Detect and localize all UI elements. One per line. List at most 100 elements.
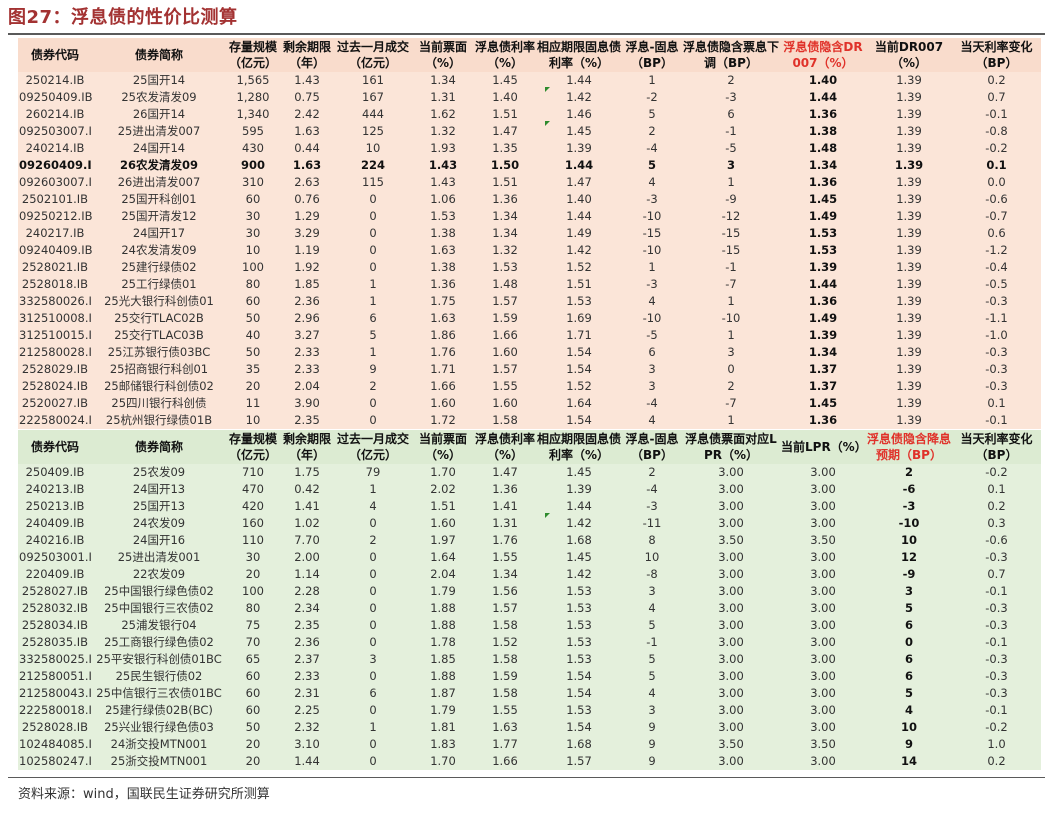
table-cell: 1.72 bbox=[412, 412, 474, 429]
table-cell: 1.34 bbox=[474, 225, 536, 242]
table-cell: 1.53 bbox=[780, 242, 866, 259]
table-cell: 3.00 bbox=[682, 685, 780, 702]
table-cell: 1.43 bbox=[280, 72, 334, 89]
table-cell: -1 bbox=[622, 634, 682, 651]
table-cell: 2.35 bbox=[280, 412, 334, 429]
table-cell: 3.50 bbox=[780, 736, 866, 753]
table-row: 09240409.IB 24农发清发09 10 1.19 0 1.63 1.32 1.42 -1… bbox=[18, 242, 1041, 259]
table-cell: 110 bbox=[226, 532, 280, 549]
table-cell: 0 bbox=[334, 566, 412, 583]
table-cell: 2 bbox=[866, 464, 952, 481]
table-cell: 240214.IB bbox=[18, 140, 92, 157]
table-cell: 10 bbox=[226, 242, 280, 259]
table-cell: 25农发清发09 bbox=[92, 89, 226, 106]
table-cell: 3.27 bbox=[280, 327, 334, 344]
table-cell: -10 bbox=[866, 515, 952, 532]
table-cell: 2 bbox=[334, 378, 412, 395]
table-cell: -0.7 bbox=[952, 208, 1041, 225]
table-cell: -0.3 bbox=[952, 378, 1041, 395]
table-cell: 092503001.IB bbox=[18, 549, 92, 566]
table-cell: -7 bbox=[682, 395, 780, 412]
table-cell: 222580024.IB bbox=[18, 412, 92, 429]
table-cell: 1.35 bbox=[474, 140, 536, 157]
table-cell: 5 bbox=[622, 106, 682, 123]
table-cell: 25国开13 bbox=[92, 498, 226, 515]
table-cell: 1.88 bbox=[412, 600, 474, 617]
table-cell: 3.90 bbox=[280, 395, 334, 412]
table-cell: 1.63 bbox=[412, 310, 474, 327]
table-cell: 332580025.IB bbox=[18, 651, 92, 668]
table-cell: 1.53 bbox=[536, 617, 622, 634]
table-row: 2528028.IB 25兴业银行绿色债03 50 2.32 1 1.81 1.63 1.54… bbox=[18, 719, 1041, 736]
table-cell: 2 bbox=[682, 378, 780, 395]
table-cell: -6 bbox=[866, 481, 952, 498]
table-cell: 1.34 bbox=[780, 157, 866, 174]
table-cell: 1.63 bbox=[280, 123, 334, 140]
table-cell: -0.3 bbox=[952, 617, 1041, 634]
table-cell: 1.57 bbox=[474, 293, 536, 310]
table-cell: 3.00 bbox=[682, 464, 780, 481]
table-cell: -0.1 bbox=[952, 583, 1041, 600]
dr007-floating-bond-table: 债券代码 债券简称 存量规模（亿元） 剩余期限（年） 过去一月成交（亿元） 当前票面（%）… bbox=[18, 38, 1041, 429]
table-row: 250214.IB 25国开14 1,565 1.43 161 1.34 1.45 1.44 1… bbox=[18, 72, 1041, 89]
table-cell: 1.63 bbox=[280, 157, 334, 174]
table-cell: 0 bbox=[334, 600, 412, 617]
table-cell: 22农发09 bbox=[92, 566, 226, 583]
table-cell: 3.00 bbox=[780, 583, 866, 600]
table-cell: 1.32 bbox=[412, 123, 474, 140]
table-row: 2528029.IB 25招商银行科创01 35 2.33 9 1.71 1.57 1.54 3… bbox=[18, 361, 1041, 378]
table-cell: -0.3 bbox=[952, 344, 1041, 361]
table-cell: -2 bbox=[622, 89, 682, 106]
table-row: 222580018.IB 25建行绿债02B(BC) 60 2.25 0 1.79 1.55… bbox=[18, 702, 1041, 719]
table-row: 250409.IB 25农发09 710 1.75 79 1.70 1.47 1.45 2 3.0… bbox=[18, 464, 1041, 481]
table-row: 240216.IB 24国开16 110 7.70 2 1.97 1.76 1.68 8 3.50… bbox=[18, 532, 1041, 549]
table-cell: 0 bbox=[334, 549, 412, 566]
table-cell: 100 bbox=[226, 583, 280, 600]
table-row: 2528024.IB 25邮储银行科创债02 20 2.04 2 1.66 1.55 1.52… bbox=[18, 378, 1041, 395]
table-cell: 2.42 bbox=[280, 106, 334, 123]
header-row: 债券代码 债券简称 存量规模（亿元） 剩余期限（年） 过去一月成交（亿元） 当前票面（%）… bbox=[18, 38, 1041, 72]
table-cell: 1.47 bbox=[474, 123, 536, 140]
table-cell: 0 bbox=[334, 583, 412, 600]
table-cell: 09250409.IB bbox=[18, 89, 92, 106]
table-cell: 1.86 bbox=[412, 327, 474, 344]
table-cell: 25光大银行科创债01 bbox=[92, 293, 226, 310]
table-cell: 0 bbox=[334, 225, 412, 242]
table-cell: 1.39 bbox=[866, 157, 952, 174]
table-cell: 1.31 bbox=[474, 515, 536, 532]
table-cell: 1.38 bbox=[780, 123, 866, 140]
table-cell: 2.02 bbox=[412, 481, 474, 498]
table-cell: 1 bbox=[334, 481, 412, 498]
table-cell: 1.76 bbox=[412, 344, 474, 361]
table-cell: 1.31 bbox=[412, 89, 474, 106]
lpr-floating-bond-table: 债券代码 债券简称 存量规模（亿元） 剩余期限（年） 过去一月成交（亿元） 当前票面（%）… bbox=[18, 430, 1041, 770]
table-cell: 1.39 bbox=[866, 89, 952, 106]
table-cell: 1.64 bbox=[412, 549, 474, 566]
table-cell: 1.39 bbox=[866, 344, 952, 361]
table-cell: 9 bbox=[622, 719, 682, 736]
table-cell: 1.39 bbox=[780, 259, 866, 276]
table-cell: -0.1 bbox=[952, 106, 1041, 123]
table-cell: 3.00 bbox=[780, 685, 866, 702]
table-cell: 1.49 bbox=[536, 225, 622, 242]
table-cell: 0 bbox=[866, 634, 952, 651]
table-cell: 332580026.IB bbox=[18, 293, 92, 310]
column-header: 债券代码 bbox=[18, 430, 92, 464]
table-cell: 1.58 bbox=[474, 412, 536, 429]
table-cell: 2528032.IB bbox=[18, 600, 92, 617]
table-cell: 1.81 bbox=[412, 719, 474, 736]
table-cell: 80 bbox=[226, 600, 280, 617]
table-cell: 1.39 bbox=[866, 174, 952, 191]
table-cell: 1.39 bbox=[866, 140, 952, 157]
table-cell: 1.63 bbox=[412, 242, 474, 259]
table-row: 222580024.IB 25杭州银行绿债01B 10 2.35 0 1.72 1.58 1.… bbox=[18, 412, 1041, 429]
table-cell: 1.39 bbox=[866, 72, 952, 89]
table-cell: 1.45 bbox=[780, 191, 866, 208]
table-cell: 125 bbox=[334, 123, 412, 140]
table-cell: 0.2 bbox=[952, 498, 1041, 515]
table-cell: 1 bbox=[682, 327, 780, 344]
table-cell: 0 bbox=[334, 736, 412, 753]
table-cell: 1.39 bbox=[866, 242, 952, 259]
table-cell: 1 bbox=[622, 72, 682, 89]
table-row: 2528027.IB 25中国银行绿色债02 100 2.28 0 1.79 1.56 1.5… bbox=[18, 583, 1041, 600]
